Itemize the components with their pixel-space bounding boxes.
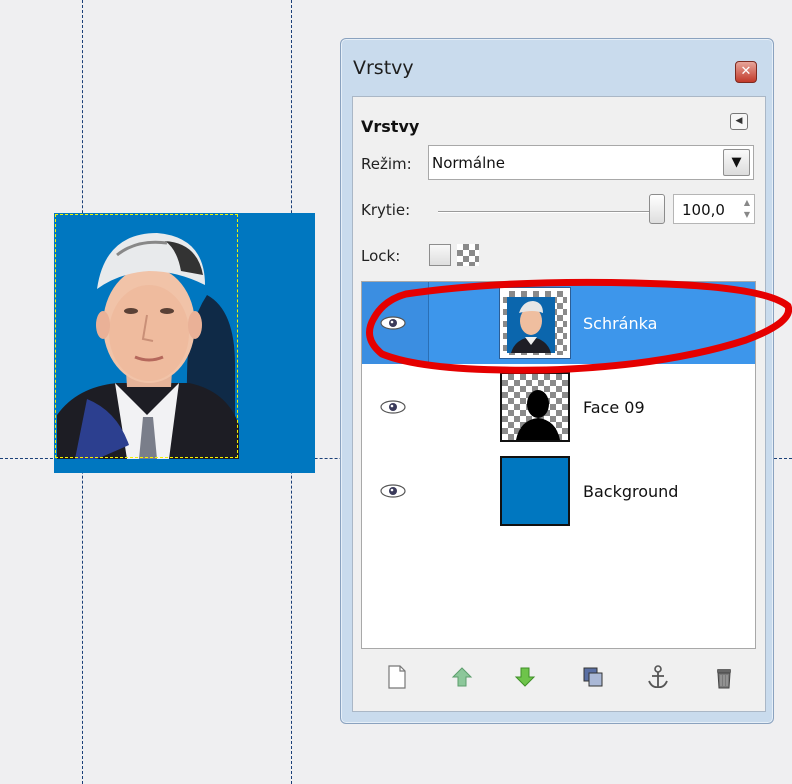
opacity-value: 100,0 <box>682 201 725 219</box>
trash-icon <box>717 669 731 689</box>
opacity-slider-track[interactable] <box>438 211 660 213</box>
layer-row[interactable]: Background <box>362 450 755 532</box>
arrow-up-icon <box>451 667 473 687</box>
close-icon[interactable]: ✕ <box>735 61 757 83</box>
mode-dropdown[interactable]: Normálne ▼ <box>428 145 754 180</box>
layers-panel: Vrstvy ◀ Režim: Normálne ▼ Krytie: 100,0… <box>352 96 766 712</box>
anchor-icon <box>648 665 668 689</box>
eye-icon <box>380 400 406 414</box>
spin-arrows-icon[interactable]: ▲ ▼ <box>742 197 752 221</box>
triangle-left-icon[interactable]: ◀ <box>730 113 748 130</box>
chevron-down-icon[interactable]: ▼ <box>723 149 750 176</box>
layer-name: Face 09 <box>583 398 645 417</box>
opacity-slider-handle[interactable] <box>649 194 665 224</box>
lock-alpha-checkerboard-icon[interactable] <box>457 244 479 266</box>
duplicate-layer-button[interactable] <box>579 663 607 691</box>
arrow-down-icon <box>514 667 536 687</box>
new-layer-button[interactable] <box>383 663 411 691</box>
layer-thumbnail <box>500 372 570 442</box>
delete-layer-button[interactable] <box>710 663 738 691</box>
mode-value: Normálne <box>432 154 506 172</box>
panel-title: Vrstvy <box>361 117 420 136</box>
layer-thumbnail <box>500 456 570 526</box>
mode-label: Režim: <box>361 155 412 173</box>
raise-layer-button[interactable] <box>448 663 476 691</box>
duplicate-icon <box>583 667 603 687</box>
eye-icon <box>380 484 406 498</box>
opacity-spinbutton[interactable]: 100,0 ▲ ▼ <box>673 194 755 224</box>
layers-toolbar <box>361 657 756 697</box>
layer-row[interactable]: Face 09 <box>362 366 755 448</box>
visibility-toggle[interactable] <box>362 450 428 532</box>
lower-layer-button[interactable] <box>511 663 539 691</box>
lock-pixels-checkbox[interactable] <box>429 244 451 266</box>
new-document-icon <box>388 665 406 689</box>
highlight-annotation <box>366 278 792 374</box>
visibility-toggle[interactable] <box>362 366 428 448</box>
lock-label: Lock: <box>361 247 401 265</box>
selection-outline <box>55 214 238 458</box>
opacity-label: Krytie: <box>361 201 411 219</box>
layer-name: Background <box>583 482 679 501</box>
anchor-layer-button[interactable] <box>644 663 672 691</box>
dock-title: Vrstvy <box>353 57 414 79</box>
